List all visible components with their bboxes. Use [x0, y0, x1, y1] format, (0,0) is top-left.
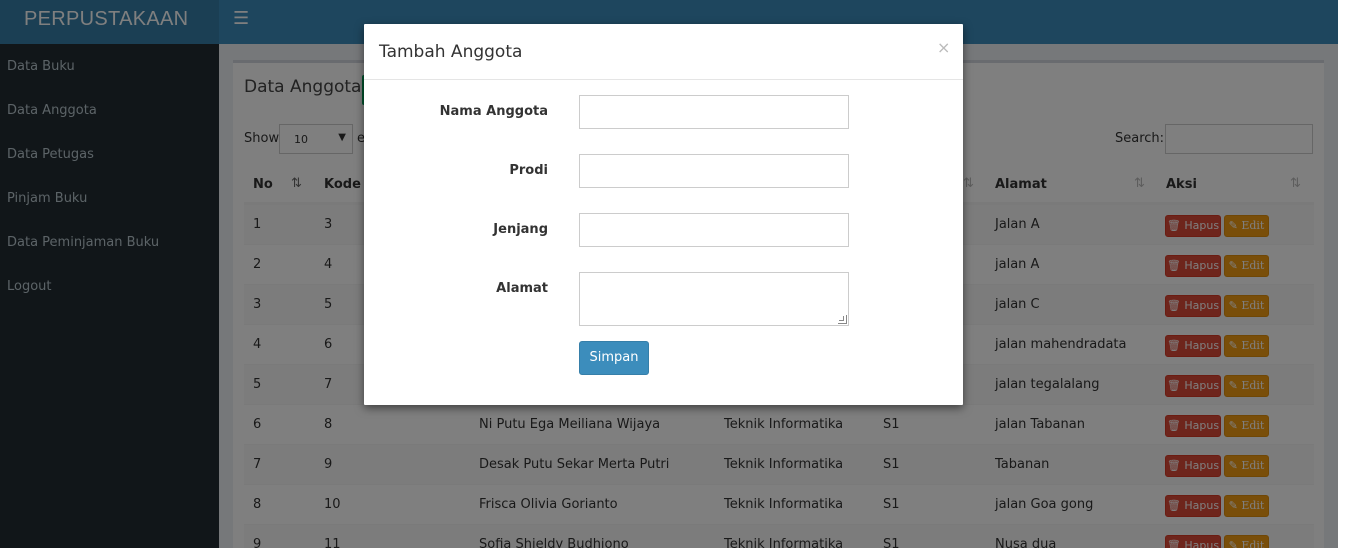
alamat-textarea[interactable]	[579, 272, 849, 326]
prodi-input[interactable]	[579, 154, 849, 188]
close-icon[interactable]: ×	[937, 38, 950, 57]
modal-header: Tambah Anggota ×	[364, 24, 963, 80]
prodi-label: Prodi	[509, 163, 548, 178]
jenjang-input[interactable]	[579, 213, 849, 247]
window-scrollbar[interactable]	[1338, 0, 1355, 548]
modal-title: Tambah Anggota	[379, 42, 523, 62]
resize-grip-icon[interactable]	[838, 315, 847, 324]
alamat-label: Alamat	[496, 281, 548, 296]
nama-anggota-label: Nama Anggota	[439, 104, 548, 119]
add-member-modal: Tambah Anggota × Nama Anggota Prodi Jenj…	[364, 24, 963, 405]
jenjang-label: Jenjang	[493, 222, 548, 237]
save-button[interactable]: Simpan	[579, 341, 649, 375]
nama-anggota-input[interactable]	[579, 95, 849, 129]
